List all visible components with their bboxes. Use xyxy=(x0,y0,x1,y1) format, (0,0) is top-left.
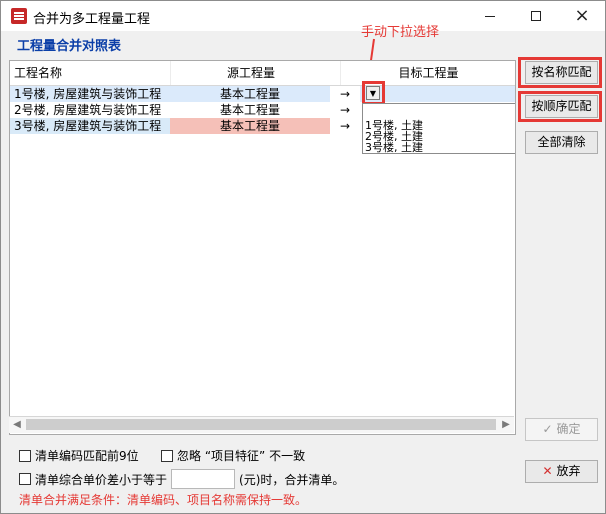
close-button[interactable]: × xyxy=(559,1,605,31)
merge-condition-notice: 清单合并满足条件：清单编码、项目名称需保持一致。 xyxy=(19,493,308,507)
price-diff-checkbox[interactable] xyxy=(19,473,31,485)
table-header: 工程名称 源工程量 目标工程量 xyxy=(10,61,515,86)
app-icon xyxy=(11,8,27,24)
price-diff-option[interactable]: 清单综合单价差小于等于 (元)时，合并清单。 xyxy=(19,469,344,489)
callout-label: 手动下拉选择 xyxy=(361,25,440,40)
confirm-button: ✓ 确定 xyxy=(525,418,598,441)
source-quantity-cell: 基本工程量 xyxy=(170,118,330,134)
ignore-feature-label: 忽略 “项目特征” 不一致 xyxy=(177,449,306,463)
clear-all-button[interactable]: 全部清除 xyxy=(525,131,598,154)
check-icon: ✓ xyxy=(542,422,553,436)
ignore-feature-option[interactable]: 忽略 “项目特征” 不一致 xyxy=(161,447,305,464)
maximize-button[interactable] xyxy=(513,1,559,31)
mapping-arrow-icon: → xyxy=(339,87,351,101)
close-icon: ✕ xyxy=(542,464,553,478)
scroll-thumb[interactable] xyxy=(26,419,496,430)
match-code-option[interactable]: 清单编码匹配前9位 xyxy=(19,447,139,464)
match-code-label: 清单编码匹配前9位 xyxy=(35,449,139,463)
price-diff-input[interactable] xyxy=(171,469,236,489)
header-source-quantity: 源工程量 xyxy=(170,61,331,85)
project-name-cell: 3号楼, 房屋建筑与装饰工程 xyxy=(10,118,170,134)
match-by-name-button[interactable]: 按名称匹配 xyxy=(525,61,598,84)
project-name-cell: 1号楼, 房屋建筑与装饰工程 xyxy=(10,86,170,102)
cancel-label: 放弃 xyxy=(556,464,581,478)
price-diff-prefix: 清单综合单价差小于等于 xyxy=(35,472,168,487)
section-title: 工程量合并对照表 xyxy=(17,39,122,54)
dropdown-empty-option[interactable] xyxy=(363,104,515,120)
chevron-down-icon: ▼ xyxy=(369,88,377,98)
window-title: 合并为多工程量工程 xyxy=(33,12,151,27)
scroll-right-icon[interactable]: ▶ xyxy=(498,417,514,433)
mapping-arrow-icon: → xyxy=(339,119,351,133)
dropdown-option[interactable]: 3号楼, 土建 xyxy=(363,142,515,153)
title-bar: 合并为多工程量工程 × xyxy=(1,1,605,31)
minimize-icon xyxy=(485,15,495,17)
horizontal-scrollbar[interactable]: ◀ ▶ xyxy=(9,416,514,433)
maximize-icon xyxy=(531,11,541,21)
match-by-order-button[interactable]: 按顺序匹配 xyxy=(525,95,598,118)
cancel-button[interactable]: ✕ 放弃 xyxy=(525,460,598,483)
match-code-checkbox[interactable] xyxy=(19,449,31,462)
header-project-name: 工程名称 xyxy=(14,66,63,80)
target-dropdown-list[interactable]: 1号楼, 土建 2号楼, 土建 3号楼, 土建 xyxy=(362,103,515,154)
source-quantity-cell: 基本工程量 xyxy=(170,86,330,102)
mapping-table: 工程名称 源工程量 目标工程量 1号楼, 房屋建筑与装饰工程 基本工程量 → 2… xyxy=(9,60,516,435)
ignore-feature-checkbox[interactable] xyxy=(161,449,173,462)
price-diff-suffix: (元)时，合并清单。 xyxy=(239,472,345,487)
confirm-label: 确定 xyxy=(556,422,581,436)
minimize-button[interactable] xyxy=(467,1,513,31)
project-name-cell: 2号楼, 房屋建筑与装饰工程 xyxy=(10,102,170,118)
mapping-arrow-icon: → xyxy=(339,103,351,117)
dropdown-button[interactable]: ▼ xyxy=(366,86,380,100)
table-row[interactable]: 1号楼, 房屋建筑与装饰工程 基本工程量 → xyxy=(10,86,515,102)
close-icon: × xyxy=(574,5,590,26)
source-quantity-cell: 基本工程量 xyxy=(170,102,330,118)
merge-dialog: 合并为多工程量工程 × 工程量合并对照表 手动下拉选择 工程名称 源工程量 目标… xyxy=(0,0,606,514)
scroll-left-icon[interactable]: ◀ xyxy=(9,417,25,433)
